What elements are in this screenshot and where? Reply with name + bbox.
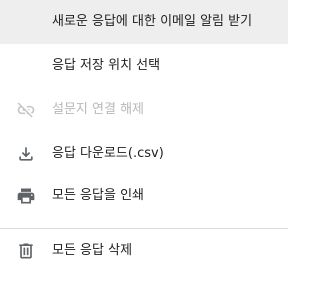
menu-item-unlink-form: 설문지 연결 해제: [0, 88, 288, 132]
menu-item-label: 설문지 연결 해제: [52, 102, 144, 117]
trash-icon: [19, 243, 33, 259]
menu-item-label: 새로운 응답에 대한 이메일 알림 받기: [52, 14, 253, 29]
menu-item-label: 응답 저장 위치 선택: [52, 58, 161, 73]
print-icon: [17, 188, 35, 204]
menu-item-select-response-destination[interactable]: 응답 저장 위치 선택: [0, 44, 288, 88]
menu-item-label: 응답 다운로드(.csv): [52, 146, 164, 161]
menu-item-delete-all-responses[interactable]: 모든 응답 삭제: [0, 229, 288, 273]
download-icon: [19, 147, 33, 161]
menu-item-download-csv[interactable]: 응답 다운로드(.csv): [0, 132, 288, 176]
link-off-icon: [17, 102, 35, 118]
responses-more-menu: 새로운 응답에 대한 이메일 알림 받기 응답 저장 위치 선택 설문지 연결 …: [0, 0, 288, 281]
page: 새로운 응답에 대한 이메일 알림 받기 응답 저장 위치 선택 설문지 연결 …: [0, 0, 288, 281]
menu-item-label: 모든 응답을 인쇄: [52, 188, 144, 203]
menu-item-label: 모든 응답 삭제: [52, 243, 133, 258]
menu-item-print-all-responses[interactable]: 모든 응답을 인쇄: [0, 174, 288, 218]
menu-item-email-notifications[interactable]: 새로운 응답에 대한 이메일 알림 받기: [0, 0, 288, 44]
